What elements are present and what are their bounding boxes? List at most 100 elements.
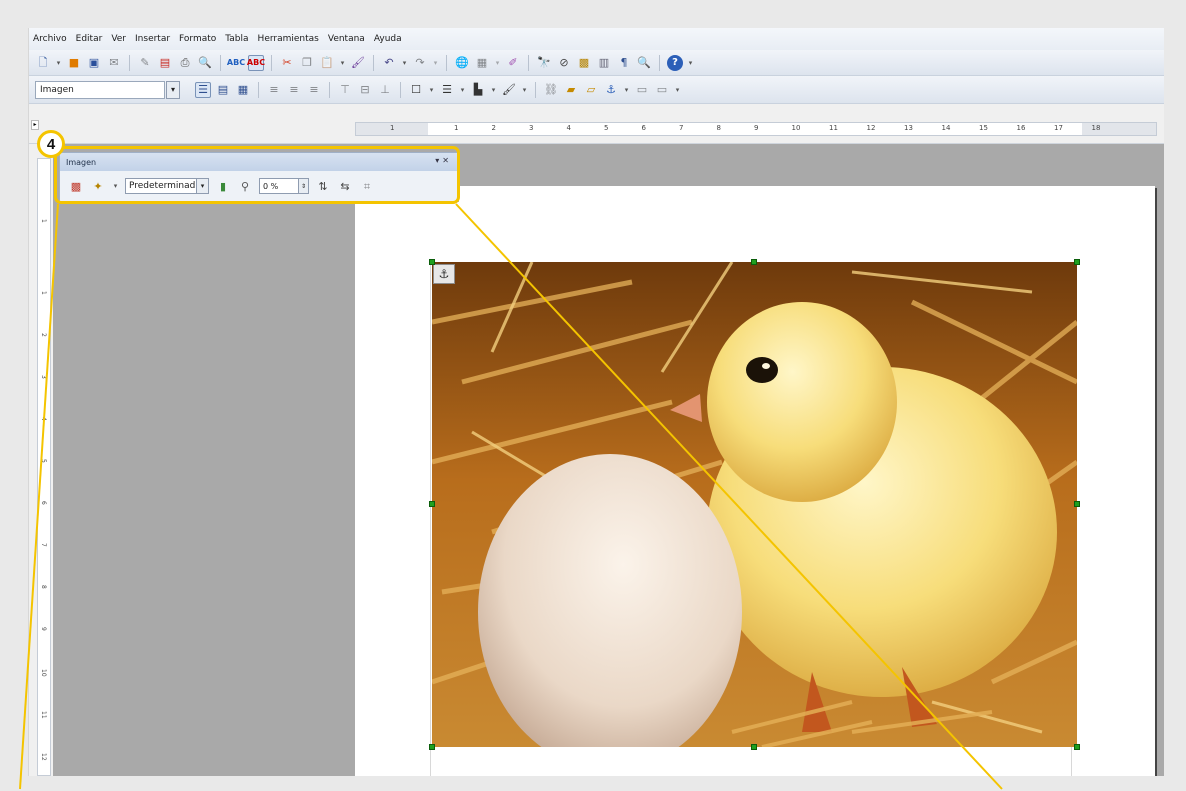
wrap-page-icon[interactable]: ▤ bbox=[215, 82, 231, 98]
separator bbox=[535, 81, 536, 98]
resize-handle[interactable] bbox=[1074, 259, 1080, 265]
ruler-tick-label: 17 bbox=[1054, 124, 1063, 132]
hyperlink-icon[interactable]: 🌐 bbox=[454, 55, 470, 71]
anchor-icon[interactable]: ⚓ bbox=[433, 264, 455, 284]
toolbar-options-icon[interactable]: ▾ bbox=[674, 86, 681, 94]
resize-handle[interactable] bbox=[751, 744, 757, 750]
horizontal-ruler[interactable]: 1 1 2 3 4 5 6 7 8 9 10 11 12 13 14 15 16 17 18 bbox=[355, 122, 1157, 136]
resize-handle[interactable] bbox=[429, 259, 435, 265]
new-icon[interactable]: 🗋 bbox=[35, 55, 51, 71]
menu-editar[interactable]: Editar bbox=[76, 34, 103, 44]
find-icon[interactable]: 🔭 bbox=[536, 55, 552, 71]
menu-tabla[interactable]: Tabla bbox=[225, 34, 248, 44]
open-icon[interactable]: ■ bbox=[66, 55, 82, 71]
save-icon[interactable]: ▣ bbox=[86, 55, 102, 71]
ruler-tick-label: 1 bbox=[40, 291, 47, 295]
menu-formato[interactable]: Formato bbox=[179, 34, 216, 44]
zoom-icon[interactable]: 🔍 bbox=[636, 55, 652, 71]
resize-handle[interactable] bbox=[429, 501, 435, 507]
undo-dropdown-icon[interactable]: ▾ bbox=[401, 59, 408, 67]
print-icon[interactable]: ⎙ bbox=[177, 55, 193, 71]
object-properties-icon[interactable]: ▭ bbox=[634, 82, 650, 98]
align-bottom-icon[interactable]: ⊥ bbox=[377, 82, 393, 98]
navigator-icon[interactable]: ⊘ bbox=[556, 55, 572, 71]
datasources-icon[interactable]: ▥ bbox=[596, 55, 612, 71]
wrap-off-icon[interactable]: ☰ bbox=[195, 81, 211, 98]
align-left-icon[interactable]: ≡ bbox=[266, 82, 282, 98]
ruler-tick-label: 14 bbox=[941, 124, 951, 132]
borders-icon[interactable]: ☐ bbox=[408, 82, 424, 98]
ruler-tick-label: 11 bbox=[829, 124, 838, 132]
separator bbox=[659, 54, 660, 71]
menubar: Archivo Editar Ver Insertar Formato Tabl… bbox=[29, 28, 1164, 50]
line-style-dropdown-icon[interactable]: ▾ bbox=[459, 86, 466, 94]
align-center-icon[interactable]: ≡ bbox=[286, 82, 302, 98]
link-frames-icon[interactable]: ⛓ bbox=[543, 82, 559, 98]
callout-number: 4 bbox=[37, 130, 65, 158]
menu-ver[interactable]: Ver bbox=[111, 34, 126, 44]
email-icon[interactable]: ✉ bbox=[106, 55, 122, 71]
borders-dropdown-icon[interactable]: ▾ bbox=[428, 86, 435, 94]
redo-dropdown-icon[interactable]: ▾ bbox=[432, 59, 439, 67]
ruler-tick-label: 4 bbox=[40, 417, 47, 421]
background-color-icon[interactable]: 🖌 bbox=[501, 82, 517, 98]
ruler-tick-label: 16 bbox=[1016, 124, 1026, 132]
gallery-icon[interactable]: ▩ bbox=[576, 55, 592, 71]
wrap-through-icon[interactable]: ▦ bbox=[235, 82, 251, 98]
ruler-tick-label: 5 bbox=[604, 124, 609, 132]
chevron-down-icon[interactable]: ▾ bbox=[166, 80, 180, 99]
resize-handle[interactable] bbox=[1074, 501, 1080, 507]
edit-file-icon[interactable]: ✎ bbox=[137, 55, 153, 71]
cut-icon[interactable]: ✂ bbox=[279, 55, 295, 71]
toolbar-options-icon[interactable]: ▾ bbox=[687, 59, 694, 67]
pdf-icon[interactable]: ▤ bbox=[157, 55, 173, 71]
menu-ayuda[interactable]: Ayuda bbox=[374, 34, 402, 44]
resize-handle[interactable] bbox=[429, 744, 435, 750]
nonprinting-chars-icon[interactable]: ¶ bbox=[616, 55, 632, 71]
menu-archivo[interactable]: Archivo bbox=[33, 34, 67, 44]
caption-icon[interactable]: ▭ bbox=[654, 82, 670, 98]
print-preview-icon[interactable]: 🔍 bbox=[197, 55, 213, 71]
ruler-tick-label: 3 bbox=[40, 375, 47, 379]
help-icon[interactable]: ? bbox=[667, 54, 683, 71]
bring-front-icon[interactable]: ▰ bbox=[563, 82, 579, 98]
anchor-icon[interactable]: ⚓ bbox=[603, 82, 619, 98]
send-back-icon[interactable]: ▱ bbox=[583, 82, 599, 98]
tab-selector[interactable]: ▸ bbox=[31, 120, 39, 130]
spellcheck-icon[interactable]: ABC bbox=[227, 55, 245, 71]
align-right-icon[interactable]: ≡ bbox=[306, 82, 322, 98]
ruler-tick-label: 1 bbox=[390, 124, 395, 132]
border-color-icon[interactable]: ▙ bbox=[470, 82, 486, 98]
line-style-icon[interactable]: ☰ bbox=[439, 82, 455, 98]
autospellcheck-icon[interactable]: ABC bbox=[247, 54, 265, 71]
frame-toolbar: Imagen ▾ ☰ ▤ ▦ ≡ ≡ ≡ ⊤ ⊟ ⊥ ☐ ▾ ☰ ▾ ▙ ▾ 🖌 ▾ ⛓… bbox=[29, 76, 1164, 104]
vertical-ruler[interactable]: 112345678910111213 bbox=[37, 158, 51, 776]
selected-image[interactable] bbox=[432, 262, 1077, 747]
redo-icon[interactable]: ↷ bbox=[412, 55, 428, 71]
table-icon[interactable]: ▦ bbox=[474, 55, 490, 71]
resize-handle[interactable] bbox=[1074, 744, 1080, 750]
draw-icon[interactable]: ✐ bbox=[505, 55, 521, 71]
menu-herramientas[interactable]: Herramientas bbox=[258, 34, 319, 44]
menu-insertar[interactable]: Insertar bbox=[135, 34, 170, 44]
ruler-tick-label: 2 bbox=[40, 333, 47, 337]
menu-ventana[interactable]: Ventana bbox=[328, 34, 365, 44]
paste-dropdown-icon[interactable]: ▾ bbox=[339, 59, 346, 67]
copy-icon[interactable]: ❐ bbox=[299, 55, 315, 71]
background-dropdown-icon[interactable]: ▾ bbox=[521, 86, 528, 94]
ruler-tick-label: 10 bbox=[791, 124, 801, 132]
align-middle-icon[interactable]: ⊟ bbox=[357, 82, 373, 98]
anchor-dropdown-icon[interactable]: ▾ bbox=[623, 86, 630, 94]
clone-format-icon[interactable]: 🖌 bbox=[350, 55, 366, 71]
paste-icon[interactable]: 📋 bbox=[319, 55, 335, 71]
new-dropdown-icon[interactable]: ▾ bbox=[55, 59, 62, 67]
resize-handle[interactable] bbox=[751, 259, 757, 265]
table-dropdown-icon[interactable]: ▾ bbox=[494, 59, 501, 67]
chick-and-egg-photo bbox=[432, 262, 1077, 747]
align-top-icon[interactable]: ⊤ bbox=[337, 82, 353, 98]
border-color-dropdown-icon[interactable]: ▾ bbox=[490, 86, 497, 94]
style-combo[interactable]: Imagen ▾ bbox=[35, 80, 180, 99]
undo-icon[interactable]: ↶ bbox=[381, 55, 397, 71]
ruler-tick-label: 1 bbox=[454, 124, 459, 132]
separator bbox=[400, 81, 401, 98]
